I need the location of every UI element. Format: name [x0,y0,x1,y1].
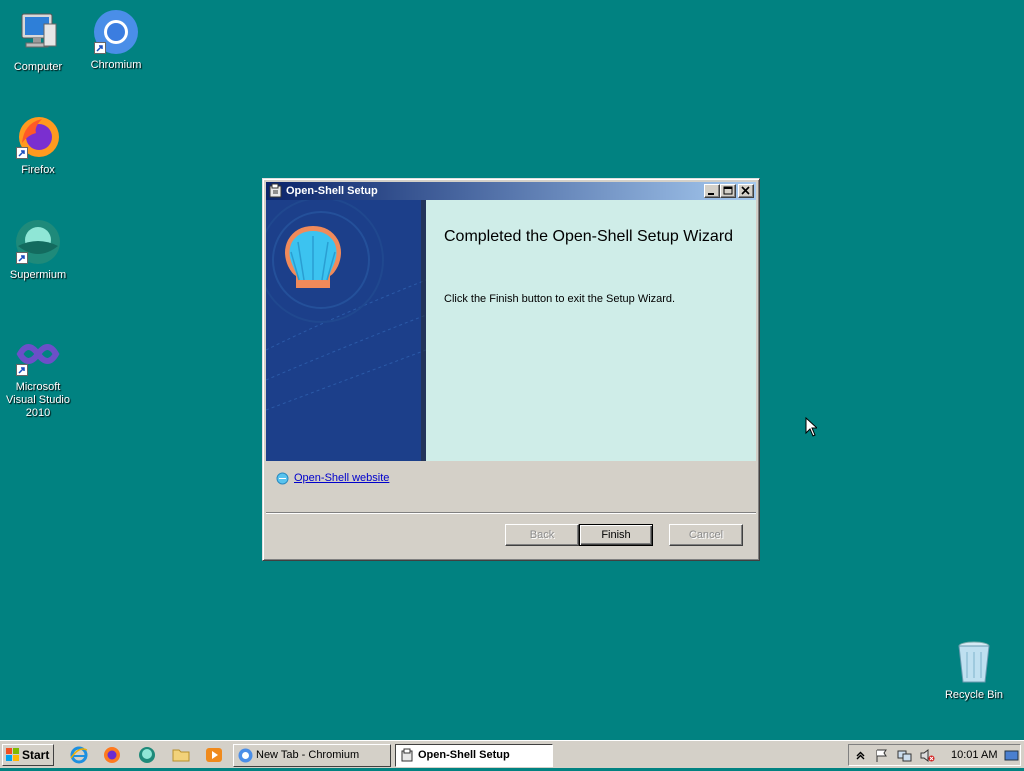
computer-icon [14,10,62,58]
globe-icon [276,472,289,485]
visual-studio-icon [14,330,62,378]
flag-icon[interactable] [874,748,889,763]
taskbar-item-label: New Tab - Chromium [256,749,360,761]
folder-icon[interactable] [172,746,190,764]
shortcut-arrow-icon [16,252,28,264]
desktop-icon-computer[interactable]: Computer [0,10,76,74]
shortcut-arrow-icon [94,42,106,54]
internet-explorer-icon[interactable] [70,746,88,764]
taskbar-item-chromium[interactable]: New Tab - Chromium [233,744,391,767]
desktop-icon-label: Supermium [9,269,67,281]
desktop-icon-supermium[interactable]: Supermium [0,218,76,282]
cancel-button[interactable]: Cancel [669,524,743,546]
divider [266,512,756,514]
wizard-description: Click the Finish button to exit the Setu… [444,293,676,305]
desktop-icon-label: Chromium [90,59,142,71]
desktop-icon-recycle-bin[interactable]: Recycle Bin [936,638,1012,702]
open-shell-website-link[interactable]: Open-Shell website [294,472,389,484]
installer-icon [268,183,284,199]
firefox-icon[interactable] [103,746,121,764]
recycle-bin-icon [950,638,998,686]
desktop-icon-label: Firefox [21,164,55,176]
setup-dialog: Open-Shell Setup Completed the Open-Shel… [262,178,760,561]
back-button[interactable]: Back [505,524,579,546]
title-bar[interactable]: Open-Shell Setup [266,182,756,200]
desktop-icon-label: Computer [13,61,63,73]
finish-button[interactable]: Finish [579,524,653,546]
close-button[interactable] [738,184,754,198]
wizard-content: Completed the Open-Shell Setup Wizard Cl… [426,200,756,461]
maximize-button[interactable] [720,184,736,198]
desktop-icon-label: Microsoft Visual Studio 2010 [5,381,70,419]
taskbar: Start New Tab - Chromium Open-Shell Setu… [0,740,1024,768]
system-tray: 10:01 AM [848,744,1021,766]
show-desktop-icon[interactable] [1004,748,1019,763]
shortcut-arrow-icon [16,147,28,159]
chevron-up-icon[interactable] [853,748,868,763]
mouse-cursor-icon [805,417,817,437]
windows-logo-icon [6,748,20,762]
wizard-heading: Completed the Open-Shell Setup Wizard [444,228,734,245]
taskbar-item-label: Open-Shell Setup [418,749,510,761]
network-icon[interactable] [897,748,912,763]
installer-icon [400,748,415,763]
dialog-title: Open-Shell Setup [286,185,378,197]
supermium-icon[interactable] [138,746,156,764]
volume-muted-icon[interactable] [920,748,935,763]
desktop-icon-label: Recycle Bin [944,689,1004,701]
firefox-icon [14,113,62,161]
media-player-icon[interactable] [205,746,223,764]
desktop-icon-firefox[interactable]: Firefox [0,113,76,177]
taskbar-item-open-shell-setup[interactable]: Open-Shell Setup [395,744,553,767]
shortcut-arrow-icon [16,364,28,376]
wizard-banner [266,200,426,461]
desktop-icon-chromium[interactable]: Chromium [78,8,154,72]
clock[interactable]: 10:01 AM [951,745,997,765]
desktop-icon-visual-studio[interactable]: Microsoft Visual Studio 2010 [0,330,76,420]
open-shell-logo-icon [282,222,344,294]
chromium-icon [92,8,140,56]
minimize-button[interactable] [704,184,720,198]
start-label: Start [22,748,50,762]
chromium-icon [238,748,253,763]
supermium-icon [14,218,62,266]
start-button[interactable]: Start [2,744,54,766]
